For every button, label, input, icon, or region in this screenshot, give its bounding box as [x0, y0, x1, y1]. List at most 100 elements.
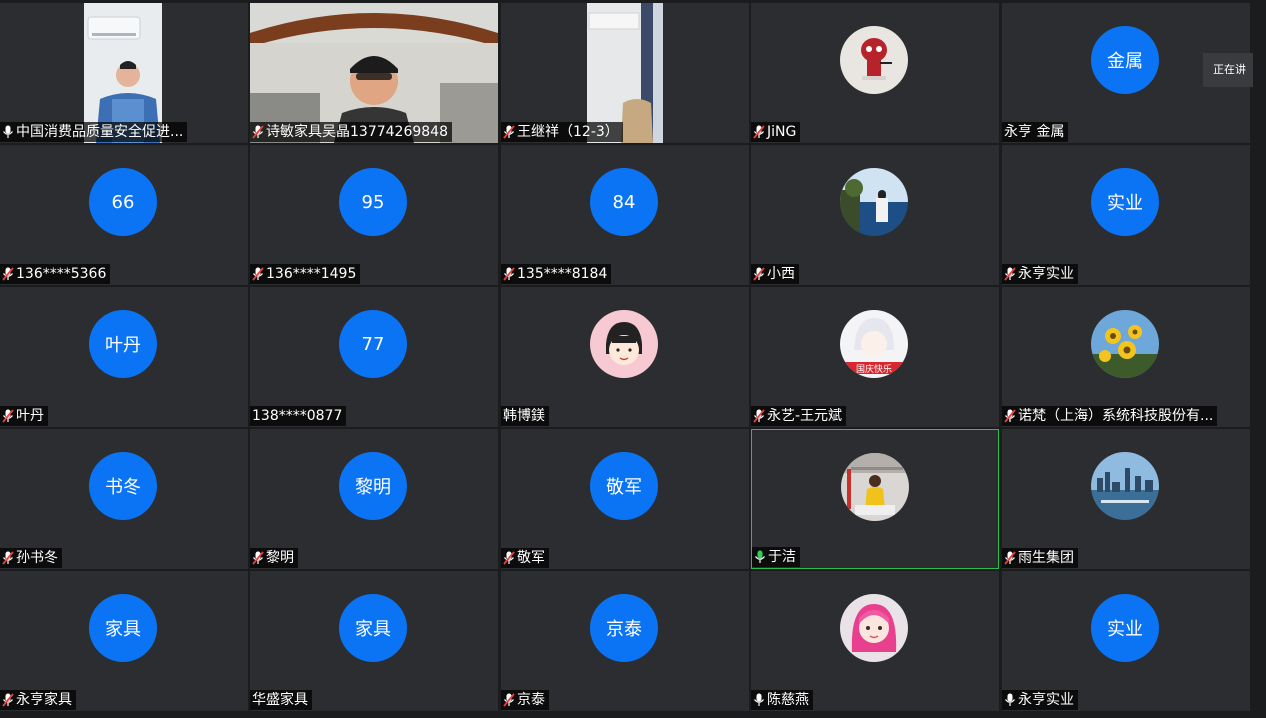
microphone-icon[interactable] — [753, 693, 765, 707]
participant-tile[interactable]: 诺梵（上海）系统科技股份有... — [1002, 287, 1250, 427]
participant-name-bar: 136****5366 — [0, 264, 111, 284]
mic-muted-icon[interactable] — [753, 409, 765, 423]
mic-muted-icon[interactable] — [2, 551, 14, 565]
participant-tile[interactable]: 于洁 — [751, 429, 999, 569]
participant-name-bar: 陈慈燕 — [751, 690, 813, 710]
participant-name-bar: 韩博鎂 — [501, 406, 549, 426]
avatar-initials: 敬军 — [590, 452, 658, 520]
participant-name-bar: 京泰 — [501, 690, 549, 710]
mic-muted-icon[interactable] — [503, 125, 515, 139]
participant-name: 韩博鎂 — [503, 408, 545, 424]
participant-name-bar: 王继祥（12-3） — [501, 122, 623, 142]
participant-name-bar: 135****8184 — [501, 264, 612, 284]
participant-tile[interactable]: 韩博鎂 — [501, 287, 749, 427]
photo-caption: 国庆快乐 — [856, 363, 892, 375]
mic-muted-icon[interactable] — [2, 409, 14, 423]
mic-muted-icon[interactable] — [503, 551, 515, 565]
participant-tile[interactable]: 77 138****0877 — [250, 287, 498, 427]
participant-tile[interactable]: 家具永亨家具 — [0, 571, 248, 711]
mic-muted-icon[interactable] — [1004, 267, 1016, 281]
participant-name-bar: 永亨实业 — [1002, 690, 1078, 710]
mic-muted-icon[interactable] — [503, 267, 515, 281]
participant-tile[interactable]: 84 135****8184 — [501, 145, 749, 285]
participant-name: 永亨 金属 — [1004, 124, 1065, 140]
participant-name-bar: 136****1495 — [250, 264, 361, 284]
participant-tile[interactable]: 66 136****5366 — [0, 145, 248, 285]
participant-name-bar: 于洁 — [752, 547, 800, 567]
participant-tile[interactable]: 雨生集团 — [1002, 429, 1250, 569]
mic-muted-icon[interactable] — [503, 693, 515, 707]
mic-muted-icon[interactable] — [2, 267, 14, 281]
participant-grid: 中国消费品质量安全促进... 诗敏家具吴晶13774269848 王继祥（12-3）… — [0, 3, 1252, 711]
avatar-initials: 84 — [590, 168, 658, 236]
participant-name: 135****8184 — [517, 266, 608, 282]
participant-name: 叶丹 — [16, 408, 44, 424]
participant-name-bar: 黎明 — [250, 548, 298, 568]
participant-name-bar: 中国消费品质量安全促进... — [0, 122, 188, 142]
participant-name: 孙书冬 — [16, 550, 58, 566]
participant-tile[interactable]: 王继祥（12-3） — [501, 3, 749, 143]
avatar-photo — [841, 453, 909, 521]
participant-tile[interactable]: 实业永亨实业 — [1002, 571, 1250, 711]
participant-tile[interactable]: 实业永亨实业 — [1002, 145, 1250, 285]
microphone-icon[interactable] — [2, 125, 14, 139]
participant-tile[interactable]: 陈慈燕 — [751, 571, 999, 711]
participant-tile[interactable]: 叶丹 叶丹 — [0, 287, 248, 427]
participant-name-bar: 小西 — [751, 264, 799, 284]
avatar-photo — [1091, 310, 1159, 378]
avatar-initials: 实业 — [1091, 168, 1159, 236]
participant-tile[interactable]: 诗敏家具吴晶13774269848 — [250, 3, 498, 143]
participant-tile[interactable]: 小西 — [751, 145, 999, 285]
participant-name: 136****1495 — [266, 266, 357, 282]
participant-tile[interactable]: JiNG — [751, 3, 999, 143]
speaking-indicator[interactable]: 正在讲 — [1203, 53, 1253, 87]
mic-muted-icon[interactable] — [2, 693, 14, 707]
participant-name-bar: 孙书冬 — [0, 548, 62, 568]
avatar-initials: 家具 — [89, 594, 157, 662]
microphone-icon[interactable] — [1004, 693, 1016, 707]
mic-muted-icon[interactable] — [252, 125, 264, 139]
participant-name: 小西 — [767, 266, 795, 282]
avatar-photo — [840, 26, 908, 94]
participant-name-bar: 诗敏家具吴晶13774269848 — [250, 122, 452, 142]
avatar-photo — [840, 168, 908, 236]
avatar-initials: 叶丹 — [89, 310, 157, 378]
participant-name: 于洁 — [768, 549, 796, 565]
participant-name: 京泰 — [517, 692, 545, 708]
participant-name-bar: 华盛家具 — [250, 690, 312, 710]
participant-name: 136****5366 — [16, 266, 107, 282]
participant-name: 永亨实业 — [1018, 266, 1074, 282]
avatar-photo: 国庆快乐 — [840, 310, 908, 378]
participant-tile[interactable]: 家具 华盛家具 — [250, 571, 498, 711]
avatar-initials: 黎明 — [339, 452, 407, 520]
avatar-initials: 金属 — [1091, 26, 1159, 94]
microphone-icon[interactable] — [754, 550, 766, 564]
participant-name: 永亨实业 — [1018, 692, 1074, 708]
mic-muted-icon[interactable] — [1004, 409, 1016, 423]
participant-tile[interactable]: 敬军 敬军 — [501, 429, 749, 569]
avatar-initials: 书冬 — [89, 452, 157, 520]
participant-name: 诺梵（上海）系统科技股份有... — [1018, 408, 1214, 424]
avatar-initials: 实业 — [1091, 594, 1159, 662]
participant-tile[interactable]: 国庆快乐 永艺-王元斌 — [751, 287, 999, 427]
avatar-photo — [1091, 452, 1159, 520]
participant-name: 王继祥（12-3） — [517, 124, 619, 140]
mic-muted-icon[interactable] — [1004, 551, 1016, 565]
mic-muted-icon[interactable] — [753, 125, 765, 139]
mic-muted-icon[interactable] — [252, 267, 264, 281]
participant-name-bar: 雨生集团 — [1002, 548, 1078, 568]
participant-name: 诗敏家具吴晶13774269848 — [266, 124, 448, 140]
mic-muted-icon[interactable] — [252, 551, 264, 565]
participant-tile[interactable]: 京泰 京泰 — [501, 571, 749, 711]
participant-tile[interactable]: 黎明 黎明 — [250, 429, 498, 569]
participant-name: 永亨家具 — [16, 692, 72, 708]
participant-tile[interactable]: 中国消费品质量安全促进... — [0, 3, 248, 143]
participant-name-bar: 敬军 — [501, 548, 549, 568]
participant-tile[interactable]: 95 136****1495 — [250, 145, 498, 285]
participant-name: 138****0877 — [252, 408, 343, 424]
participant-name-bar: 永亨家具 — [0, 690, 76, 710]
participant-tile[interactable]: 书冬孙书冬 — [0, 429, 248, 569]
avatar-photo — [840, 594, 908, 662]
mic-muted-icon[interactable] — [753, 267, 765, 281]
participant-name-bar: 叶丹 — [0, 406, 48, 426]
